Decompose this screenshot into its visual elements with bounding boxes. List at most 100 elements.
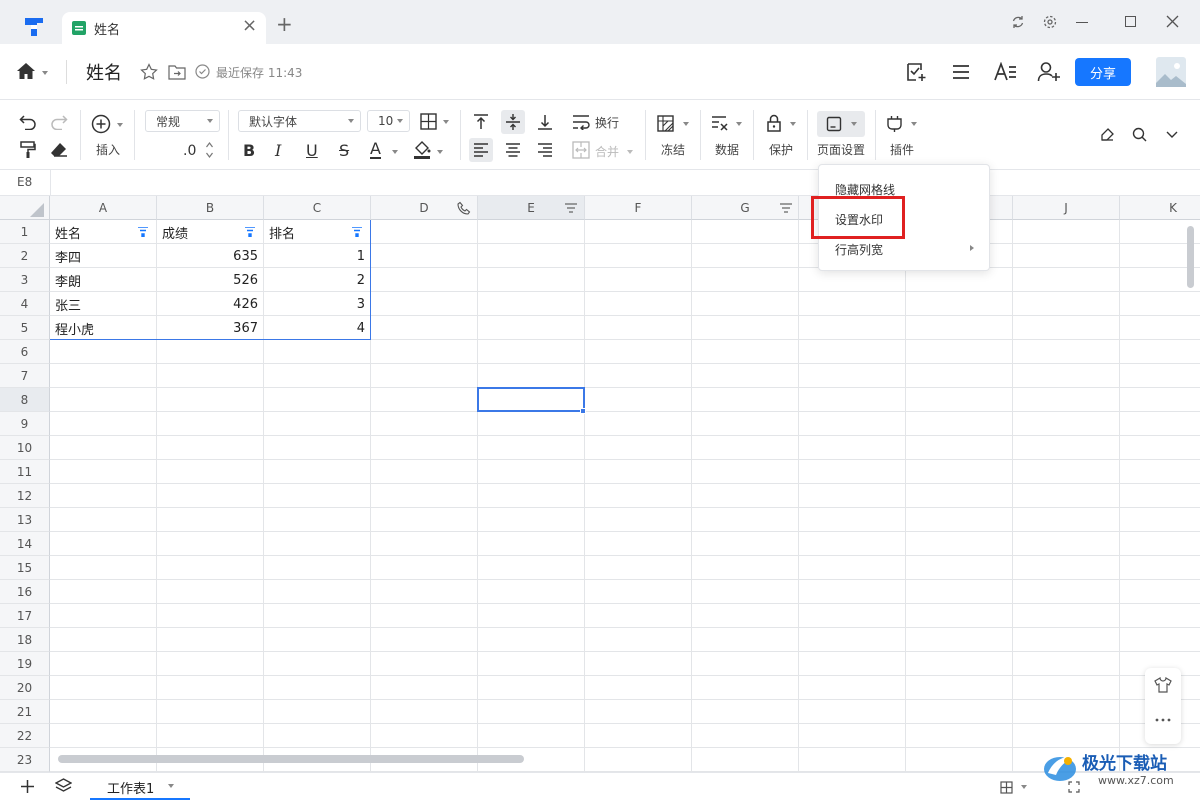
data-icon[interactable] [711,115,729,132]
add-sheet-icon[interactable] [20,779,35,794]
freeze-icon[interactable] [657,115,674,132]
plugin-icon[interactable] [886,115,903,132]
protect-label[interactable]: 保护 [769,141,793,158]
row-header-20[interactable]: 20 [0,676,50,700]
minimize-button[interactable] [1076,22,1088,23]
share-button[interactable]: 分享 [1075,58,1131,86]
fill-handle[interactable] [580,408,586,414]
row-header-23[interactable]: 23 [0,748,50,772]
row-header-18[interactable]: 18 [0,628,50,652]
select-all-corner[interactable] [0,196,50,220]
freeze-label[interactable]: 冻结 [661,141,685,158]
row-header-11[interactable]: 11 [0,460,50,484]
new-tab-button[interactable]: + [276,14,293,34]
column-menu-icon[interactable] [564,203,578,213]
align-middle-button[interactable] [501,110,525,134]
row-header-1[interactable]: 1 [0,220,50,244]
plugin-caret-icon[interactable] [911,122,917,126]
wrap-text-icon[interactable] [571,114,591,130]
align-left-button[interactable] [469,138,493,162]
row-header-12[interactable]: 12 [0,484,50,508]
row-header-5[interactable]: 5 [0,316,50,340]
row-header-14[interactable]: 14 [0,532,50,556]
add-collaborator-icon[interactable] [1037,61,1061,83]
fill-color-caret-icon[interactable] [437,150,443,154]
merge-caret-icon[interactable] [627,150,633,154]
selected-cell[interactable] [477,387,585,412]
align-bottom-icon[interactable] [536,113,554,131]
page-setup-button[interactable] [817,111,865,137]
document-tab[interactable]: 姓名 × [62,12,266,44]
home-caret-icon[interactable] [42,71,48,75]
bold-button[interactable]: B [243,141,255,160]
row-header-15[interactable]: 15 [0,556,50,580]
column-header-A[interactable]: A [50,196,157,220]
freeze-caret-icon[interactable] [683,122,689,126]
cell-reference[interactable]: E8 [17,175,32,189]
italic-button[interactable]: I [275,141,281,160]
row-header-9[interactable]: 9 [0,412,50,436]
row-header-21[interactable]: 21 [0,700,50,724]
row-header-4[interactable]: 4 [0,292,50,316]
redo-icon[interactable] [50,114,68,130]
more-icon[interactable] [1154,718,1172,722]
row-header-13[interactable]: 13 [0,508,50,532]
page-setup-label[interactable]: 页面设置 [817,141,865,158]
number-format-select[interactable]: 常规 [145,110,220,132]
lock-icon[interactable] [766,114,782,132]
menu-icon[interactable] [951,63,971,81]
fill-color-icon[interactable] [413,140,431,160]
view-mode-caret-icon[interactable] [1021,785,1027,789]
wrap-label[interactable]: 换行 [595,114,619,131]
move-to-folder-icon[interactable] [168,64,186,80]
star-icon[interactable] [140,63,158,81]
horizontal-scrollbar[interactable] [58,755,524,763]
column-header-B[interactable]: B [157,196,264,220]
close-tab-icon[interactable]: × [242,15,257,36]
spreadsheet-grid[interactable]: ABCDEFGHIJK 1234567891011121314151617181… [0,196,1200,772]
merge-cells-icon[interactable] [572,141,590,159]
column-header-K[interactable]: K [1120,196,1200,220]
vertical-scrollbar[interactable] [1187,226,1194,288]
row-header-7[interactable]: 7 [0,364,50,388]
align-top-icon[interactable] [472,113,490,131]
font-size-select[interactable]: 10 [367,110,410,132]
protect-caret-icon[interactable] [790,122,796,126]
formula-input[interactable] [52,172,1192,194]
row-header-6[interactable]: 6 [0,340,50,364]
row-header-2[interactable]: 2 [0,244,50,268]
document-title[interactable]: 姓名 [86,59,122,85]
close-window-button[interactable] [1166,15,1179,28]
merge-label[interactable]: 合并 [595,143,619,160]
align-right-icon[interactable] [536,141,554,159]
collapse-toolbar-icon[interactable] [1166,131,1178,139]
text-format-icon[interactable] [993,62,1017,82]
refresh-icon[interactable] [1011,15,1025,29]
data-label[interactable]: 数据 [715,141,739,158]
row-header-19[interactable]: 19 [0,652,50,676]
review-icon[interactable] [905,61,927,83]
font-family-select[interactable]: 默认字体 [238,110,361,132]
strikethrough-button[interactable]: S [339,141,349,160]
insert-icon[interactable] [91,114,111,134]
brush-tool-icon[interactable] [1099,127,1115,143]
column-header-J[interactable]: J [1013,196,1120,220]
maximize-button[interactable] [1125,16,1136,27]
avatar[interactable] [1156,57,1186,87]
insert-label[interactable]: 插入 [96,141,120,158]
sheet-tab-caret-icon[interactable] [168,784,174,788]
column-header-C[interactable]: C [264,196,371,220]
row-header-10[interactable]: 10 [0,436,50,460]
theme-shirt-icon[interactable] [1154,677,1172,693]
sheet-list-icon[interactable] [55,778,72,794]
undo-icon[interactable] [19,114,37,130]
column-menu-icon-g[interactable] [779,203,793,213]
align-center-icon[interactable] [504,141,522,159]
insert-caret-icon[interactable] [117,123,123,127]
view-mode-icon[interactable] [1000,781,1013,794]
menu-item-row-col-size[interactable]: 行高列宽 [835,241,883,258]
decimal-stepper-icon[interactable] [205,141,214,159]
borders-caret-icon[interactable] [443,120,449,124]
eraser-icon[interactable] [50,142,68,158]
plugin-label[interactable]: 插件 [890,141,914,158]
